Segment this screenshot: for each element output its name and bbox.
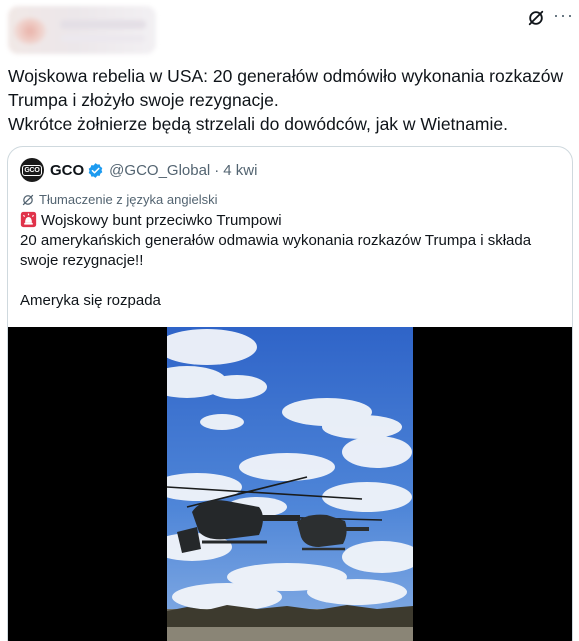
quoted-tweet-header: GCO GCO @GCO_Global · 4 kwi xyxy=(20,158,257,182)
grok-slash-icon[interactable] xyxy=(527,9,545,27)
more-horizontal-icon[interactable]: ··· xyxy=(553,6,575,29)
translation-notice[interactable]: Tłumaczenie z języka angielski xyxy=(21,192,217,207)
grok-translate-icon xyxy=(22,194,34,205)
gco-avatar[interactable]: GCO xyxy=(20,158,44,182)
quoted-tweet-text: Wojskowy bunt przeciwko Trumpowi 20 amer… xyxy=(20,211,560,311)
verified-badge-icon xyxy=(88,162,103,178)
quoted-timestamp[interactable]: 4 kwi xyxy=(223,162,257,179)
tweet-text: Wojskowa rebelia w USA: 20 generałów odm… xyxy=(8,66,564,134)
quoted-handle[interactable]: @GCO_Global xyxy=(109,162,210,179)
siren-emoji-icon xyxy=(20,211,37,228)
blurred-author-avatar[interactable] xyxy=(8,6,156,54)
quoted-tweet-card[interactable]: GCO GCO @GCO_Global · 4 kwi Tłumaczenie … xyxy=(7,146,573,641)
tweet-header: ··· xyxy=(0,0,579,60)
translation-label: Tłumaczenie z języka angielski xyxy=(39,192,218,207)
separator-dot: · xyxy=(214,161,220,179)
video-frame-image xyxy=(167,327,413,641)
helicopter-video-thumbnail[interactable] xyxy=(167,327,413,641)
video-player[interactable] xyxy=(8,327,572,641)
quoted-body-text: Wojskowy bunt przeciwko Trumpowi 20 amer… xyxy=(20,212,532,309)
quoted-display-name[interactable]: GCO xyxy=(50,162,84,179)
